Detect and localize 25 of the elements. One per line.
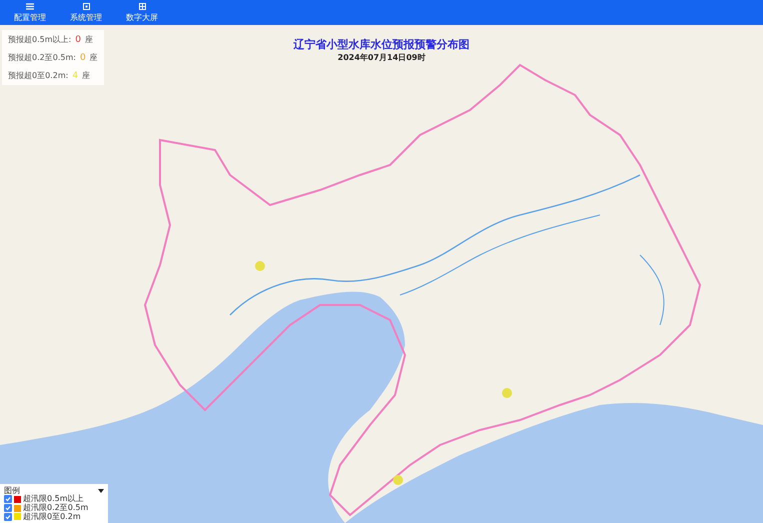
legend-label: 超汛限0.5m以上 [23, 495, 84, 504]
count-label: 预报超0至0.2m: [8, 70, 68, 81]
count-value: 0 [75, 34, 81, 44]
count-value: 0 [80, 52, 86, 62]
count-unit: 座 [90, 52, 98, 63]
checkbox[interactable] [4, 495, 12, 504]
checkbox[interactable] [4, 512, 12, 521]
square-icon [82, 2, 90, 10]
count-label: 预报超0.5m以上: [8, 34, 72, 45]
count-label: 预报超0.2至0.5m: [8, 52, 76, 63]
checkbox[interactable] [4, 504, 12, 512]
nav-button[interactable]: 系统管理 [68, 0, 104, 25]
count-unit: 座 [82, 70, 90, 81]
nav-button[interactable]: 配置管理 [12, 0, 48, 25]
nav-button[interactable]: 数字大屏 [124, 0, 160, 25]
legend-label: 超汛限0.2至0.5m [23, 504, 88, 512]
caret-icon[interactable] [98, 488, 104, 492]
monitor-icon [138, 2, 146, 10]
map-date: 2024年07月14日09时 [338, 52, 426, 63]
map-title: 辽宁省小型水库水位预报预警分布图 [294, 37, 470, 52]
count-unit: 座 [84, 34, 93, 45]
legend-label: 超汛限0至0.2m [23, 512, 81, 521]
list-icon [26, 2, 34, 10]
legend-title: 图例 [4, 486, 20, 495]
count-value: 4 [72, 70, 78, 80]
